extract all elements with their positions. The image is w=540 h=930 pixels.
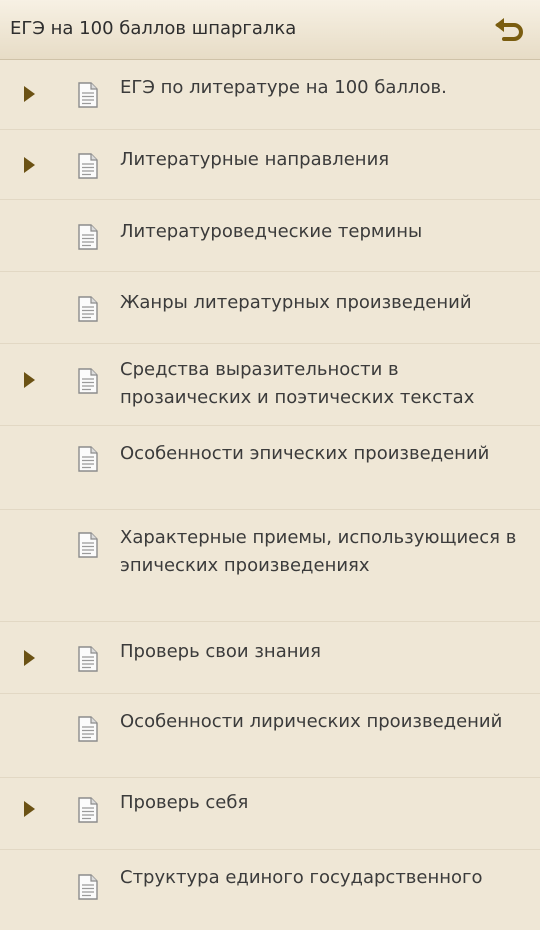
document-icon	[78, 874, 98, 900]
list-item-label: Проверь свои знания	[120, 641, 322, 662]
list-item-label: Структура единого государственного	[120, 867, 483, 888]
back-button[interactable]	[488, 10, 530, 50]
back-arrow-icon	[495, 18, 523, 41]
topic-list: ЕГЭ по литературе на 100 баллов. Литерат…	[0, 60, 540, 930]
document-icon	[78, 153, 98, 179]
app-title: ЕГЭ на 100 баллов шпаргалка	[10, 18, 297, 39]
expand-arrow-icon[interactable]	[24, 801, 35, 817]
list-item[interactable]: Жанры литературных произведений	[0, 272, 540, 344]
list-item-label: Особенности лирических произведений	[120, 711, 503, 732]
list-item[interactable]: ЕГЭ по литературе на 100 баллов.	[0, 60, 540, 130]
document-icon	[78, 446, 98, 472]
expand-arrow-icon[interactable]	[24, 86, 35, 102]
list-item[interactable]: Проверь себя	[0, 778, 540, 850]
list-item[interactable]: Проверь свои знания	[0, 622, 540, 694]
list-item-label: ЕГЭ по литературе на 100 баллов.	[120, 77, 447, 98]
document-icon	[78, 296, 98, 322]
list-item[interactable]: Структура единого государственного	[0, 850, 540, 930]
list-item-label: Литературные направления	[120, 149, 390, 170]
document-icon	[78, 797, 98, 823]
list-item-label: Проверь себя	[120, 792, 249, 813]
document-icon	[78, 368, 98, 394]
expand-arrow-icon[interactable]	[24, 157, 35, 173]
document-icon	[78, 82, 98, 108]
action-bar: ЕГЭ на 100 баллов шпаргалка	[0, 0, 540, 60]
document-icon	[78, 716, 98, 742]
list-item[interactable]: Особенности лирических произведений	[0, 694, 540, 778]
expand-arrow-icon[interactable]	[24, 372, 35, 388]
list-item[interactable]: Литературоведческие термины	[0, 200, 540, 272]
document-icon	[78, 646, 98, 672]
list-item-label: Литературоведческие термины	[120, 221, 423, 242]
expand-arrow-icon[interactable]	[24, 650, 35, 666]
list-item[interactable]: Особенности эпических произведений	[0, 426, 540, 510]
list-item[interactable]: Характерные приемы, использующиеся в эпи…	[0, 510, 540, 622]
list-item-label: Особенности эпических произведений	[120, 443, 490, 464]
document-icon	[78, 224, 98, 250]
list-item-label: Средства выразительности в прозаических …	[120, 359, 475, 408]
list-item-label: Жанры литературных произведений	[120, 292, 472, 313]
list-item[interactable]: Литературные направления	[0, 130, 540, 200]
document-icon	[78, 532, 98, 558]
list-item[interactable]: Средства выразительности в прозаических …	[0, 344, 540, 426]
list-item-label: Характерные приемы, использующиеся в эпи…	[120, 527, 517, 576]
